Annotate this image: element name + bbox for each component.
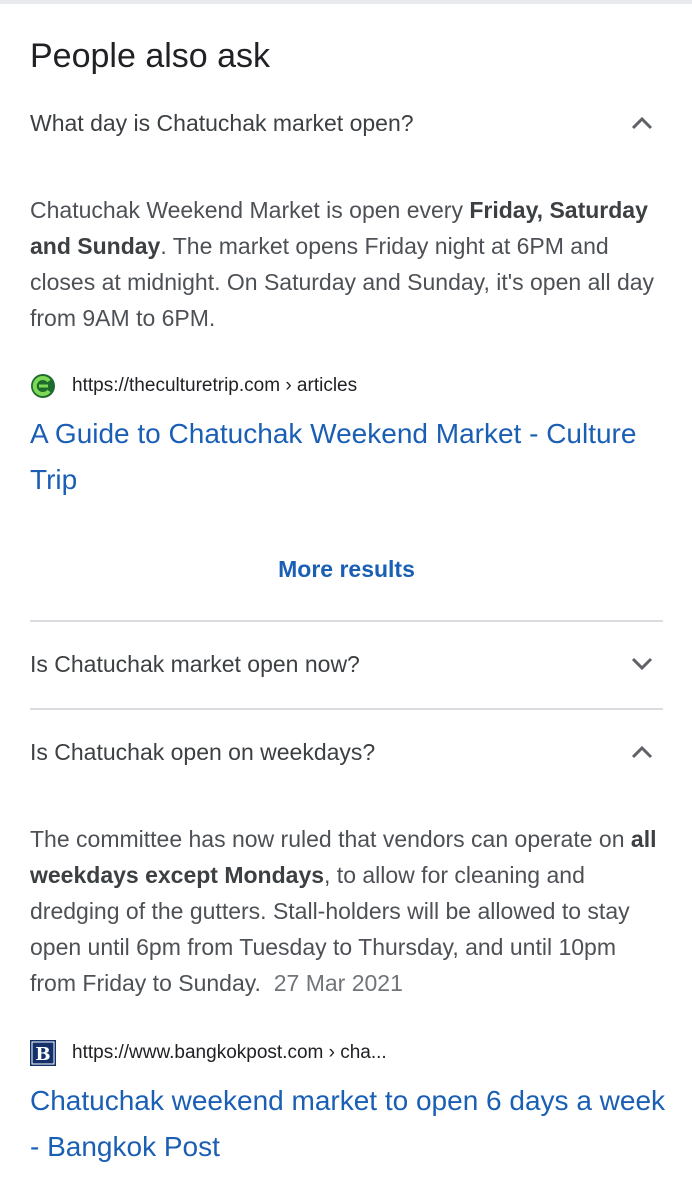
answer-date: 27 Mar 2021 [273,970,403,996]
bangkok-post-favicon-icon: B [30,1040,56,1066]
more-results-button[interactable]: More results [30,556,663,583]
question-text: Is Chatuchak open on weekdays? [30,738,376,765]
question-row-1[interactable]: What day is Chatuchak market open? [30,93,663,153]
result-link[interactable]: Chatuchak weekend market to open 6 days … [30,1078,670,1170]
divider [30,620,663,622]
svg-text:B: B [35,1044,50,1065]
question-row-3[interactable]: Is Chatuchak open on weekdays? [30,722,663,782]
source-citation[interactable]: https://theculturetrip.com › articles [30,370,357,402]
chevron-down-icon[interactable] [625,647,659,681]
chevron-up-icon[interactable] [625,735,659,769]
chevron-up-icon[interactable] [625,106,659,140]
culture-trip-favicon-icon [30,373,56,399]
answer-text: The committee has now ruled that vendors… [30,826,657,996]
question-text: Is Chatuchak market open now? [30,650,360,677]
result-link[interactable]: A Guide to Chatuchak Weekend Market - Cu… [30,411,670,503]
top-divider [0,0,692,4]
section-title: People also ask [30,37,271,75]
source-url: https://www.bangkokpost.com › cha... [72,1042,387,1063]
divider [30,708,663,710]
answer-text: Chatuchak Weekend Market is open every F… [30,197,655,331]
question-text: What day is Chatuchak market open? [30,109,414,136]
question-row-2[interactable]: Is Chatuchak market open now? [30,634,663,694]
source-citation[interactable]: B https://www.bangkokpost.com › cha... [30,1037,387,1069]
source-url: https://theculturetrip.com › articles [72,375,358,396]
